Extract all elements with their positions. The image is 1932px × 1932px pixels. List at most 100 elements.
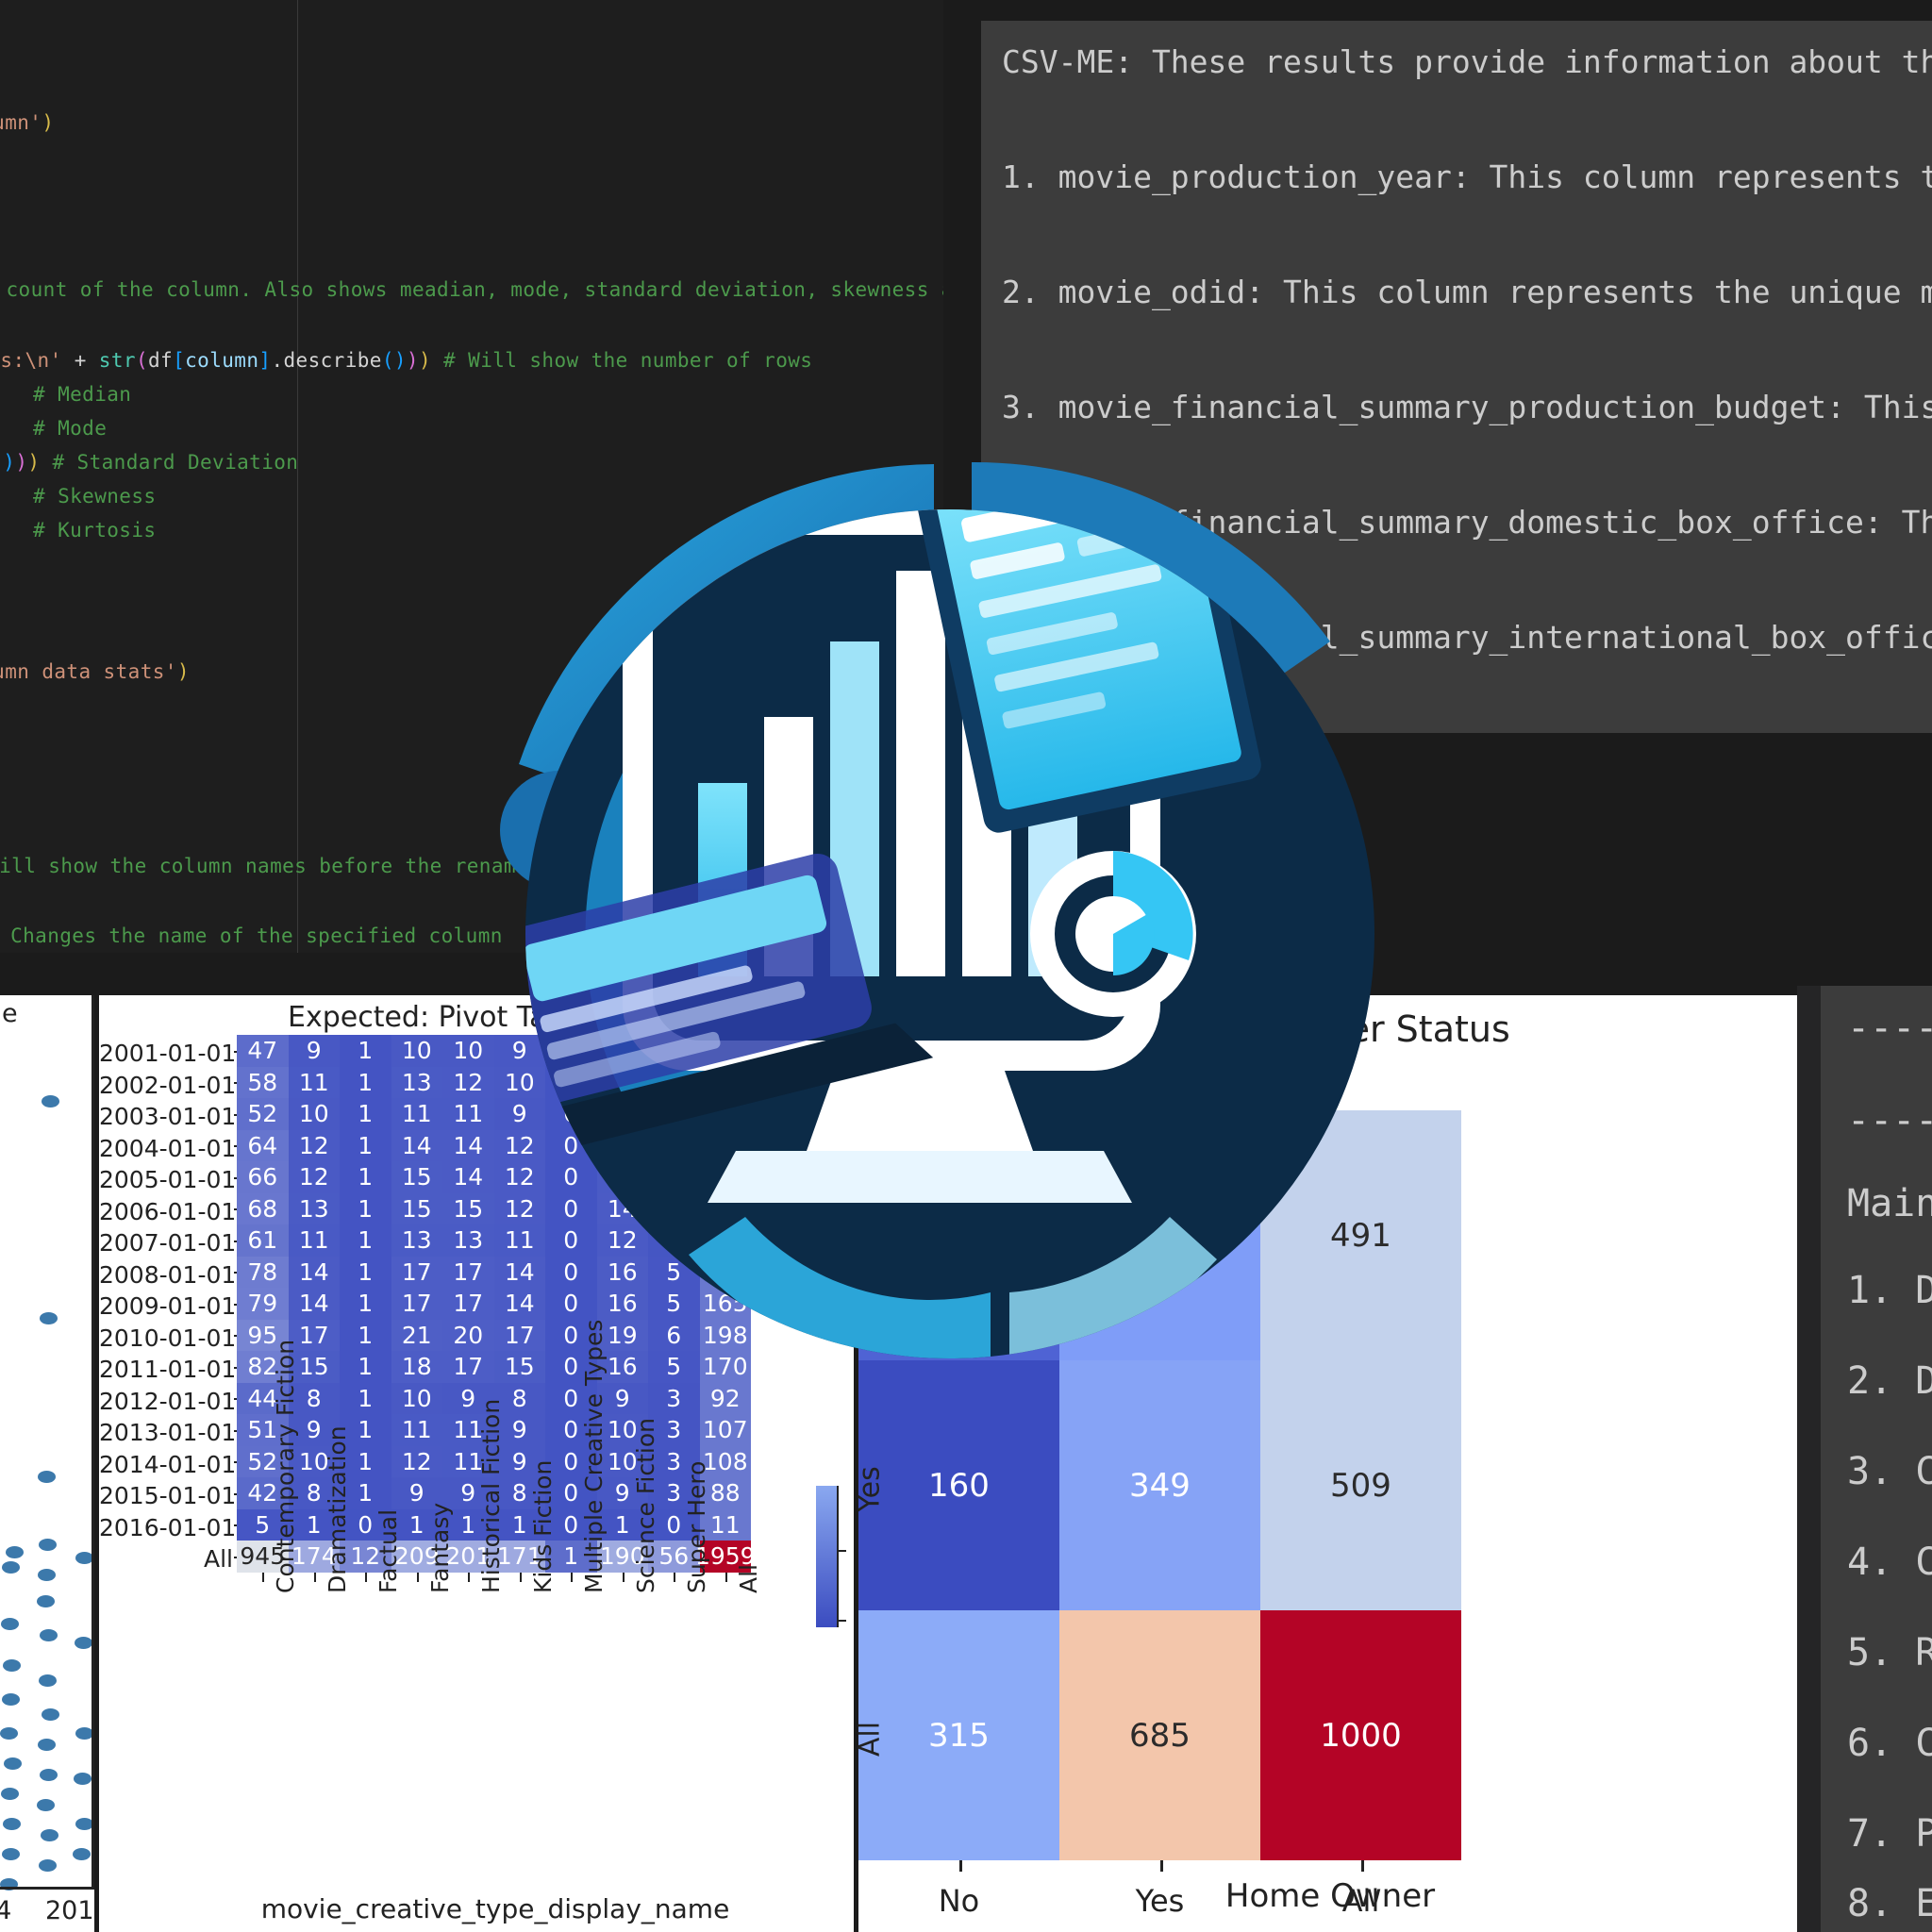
heatmap-cell: 160 xyxy=(858,1360,1059,1610)
code-token: ) xyxy=(42,111,55,134)
code-token: # Standard Deviation xyxy=(40,451,299,474)
heatmap-cell: 68 xyxy=(237,1192,289,1224)
code-token: ( xyxy=(381,349,394,372)
crosstab-x-axis-title: movie_creative_type_display_name xyxy=(260,1893,730,1924)
heatmap-cell: 1 xyxy=(340,1129,391,1161)
heatmap-row-label: 2013-01-01 xyxy=(99,1419,237,1446)
scatter-point xyxy=(39,1539,57,1551)
homeowner-title: Home Owner Status xyxy=(1150,1008,1510,1050)
scatter-point xyxy=(37,1799,55,1811)
heatmap-cell: 13 xyxy=(288,1192,340,1224)
scatter-point xyxy=(6,1546,24,1558)
heatmap-cell: 0 xyxy=(545,1192,597,1224)
heatmap-x-tick xyxy=(313,1572,316,1582)
scatter-point xyxy=(73,1848,91,1860)
scatter-point xyxy=(42,1095,59,1108)
code-token: # Will show the number of rows xyxy=(431,349,813,372)
heatmap-cell: 15 xyxy=(391,1161,442,1193)
code-editor-panel[interactable]: 'column') # Shows the count of the column… xyxy=(0,0,943,953)
scatter-point xyxy=(1,1788,19,1800)
scatter-point xyxy=(4,1757,22,1770)
heatmap-cell: 61 xyxy=(237,1224,289,1257)
heatmap-cell: 15 xyxy=(493,1351,545,1383)
heatmap-x-tick xyxy=(571,1572,574,1582)
heatmap-cell: 5 xyxy=(648,1351,700,1383)
code-token: column xyxy=(185,349,259,372)
code-line: # Skewness xyxy=(33,485,156,508)
code-line: ].std())) # Standard Deviation xyxy=(0,451,298,474)
code-line: # Changes the name of the specified colu… xyxy=(0,924,503,947)
heatmap-column-label: Fantasy xyxy=(425,1502,454,1593)
heatmap-x-tick xyxy=(1159,1860,1163,1872)
heatmap-cell: 336 xyxy=(1059,1110,1260,1360)
code-token: # Mode xyxy=(33,417,108,440)
heatmap-cell: 12 xyxy=(493,1129,545,1161)
heatmap-column-label: Super Hero xyxy=(683,1460,711,1593)
scatter-right-spine xyxy=(92,995,94,1887)
heatmap-cell: 20 xyxy=(442,1319,494,1351)
heatmap-cell: 14 xyxy=(493,1256,545,1288)
terminal-line: 5. movie_financial_summary_international… xyxy=(1002,619,1932,656)
heatmap-x-tick xyxy=(724,1572,727,1582)
heatmap-row-label: 2009-01-01 xyxy=(99,1292,237,1320)
heatmap-x-tick xyxy=(674,1572,676,1582)
menu-line: -------------------- xyxy=(1847,1007,1932,1050)
scatter-y-axis-label: e xyxy=(2,999,18,1028)
code-token: # Shows the count of the column. Also sh… xyxy=(6,278,943,301)
scatter-x-axis xyxy=(0,1887,94,1890)
code-token: ) xyxy=(176,660,190,683)
heatmap-cell: 12 xyxy=(596,1066,648,1098)
terminal-output-panel[interactable]: CSV-ME: These results provide informatio… xyxy=(981,21,1932,733)
heatmap-cell: 0 xyxy=(545,1066,597,1098)
heatmap-cell: 129 xyxy=(699,1224,751,1257)
code-token: ] xyxy=(258,349,272,372)
code-token: ) xyxy=(3,451,16,474)
heatmap-cell: 13 xyxy=(391,1224,442,1257)
heatmap-cell: 12 xyxy=(442,1066,494,1098)
heatmap-cell: 14 xyxy=(391,1129,442,1161)
heatmap-cell: 164 xyxy=(699,1256,751,1288)
heatmap-cell: 16 xyxy=(596,1256,648,1288)
heatmap-cell: 0 xyxy=(545,1288,597,1320)
heatmap-cell: 155 xyxy=(858,1110,1059,1360)
scatter-point xyxy=(2,1561,20,1574)
menu-line: 7. Pair plot xyxy=(1847,1812,1932,1856)
heatmap-cell: 14 xyxy=(442,1161,494,1193)
heatmap-cell: 1 xyxy=(340,1066,391,1098)
heatmap-cell: 11 xyxy=(391,1098,442,1130)
heatmap-column-label: All xyxy=(734,1563,762,1593)
heatmap-cell: 66 xyxy=(237,1161,289,1193)
heatmap-cell: 0 xyxy=(545,1224,597,1257)
heatmap-x-tick xyxy=(958,1860,962,1872)
heatmap-cell: 1 xyxy=(340,1192,391,1224)
code-token: # Skewness xyxy=(33,485,157,508)
heatmap-cell: 198 xyxy=(699,1319,751,1351)
colorbar-tick-lower xyxy=(837,1620,846,1622)
heatmap-cell: 12 xyxy=(596,1224,648,1257)
heatmap-row-label: 2015-01-01 xyxy=(99,1482,237,1509)
heatmap-cell: 15 xyxy=(442,1192,494,1224)
terminal-line: 4. movie_financial_summary_domestic_box_… xyxy=(1002,504,1932,541)
heatmap-row-label: All xyxy=(204,1545,233,1573)
heatmap-row-label: 2005-01-01 xyxy=(99,1166,237,1193)
menu-line: 3. Column names xyxy=(1847,1450,1932,1493)
code-token: ) xyxy=(418,349,432,372)
heatmap-cell: 14 xyxy=(288,1288,340,1320)
terminal-line: 2. movie_odid: This column represents th… xyxy=(1002,274,1932,310)
scatter-point xyxy=(1,1618,19,1630)
heatmap-cell: 17 xyxy=(391,1288,442,1320)
heatmap-cell: 1 xyxy=(340,1319,391,1351)
code-token: ( xyxy=(135,349,148,372)
code-line: # Will show the column names before the … xyxy=(0,855,528,877)
heatmap-row-label: 2007-01-01 xyxy=(99,1229,237,1257)
terminal-menu-panel[interactable]: -------------------- --------------------… xyxy=(1821,986,1932,1932)
heatmap-cell: 14 xyxy=(493,1288,545,1320)
heatmap-row-label: 2004-01-01 xyxy=(99,1134,237,1162)
code-token: ) xyxy=(393,349,407,372)
code-line: # Mode xyxy=(33,417,107,440)
heatmap-cell: 315 xyxy=(858,1610,1059,1860)
heatmap-cell: 3 xyxy=(648,1035,700,1067)
heatmap-cell: 13 xyxy=(391,1066,442,1098)
code-token: df xyxy=(147,349,174,372)
scatter-point xyxy=(38,1471,56,1483)
